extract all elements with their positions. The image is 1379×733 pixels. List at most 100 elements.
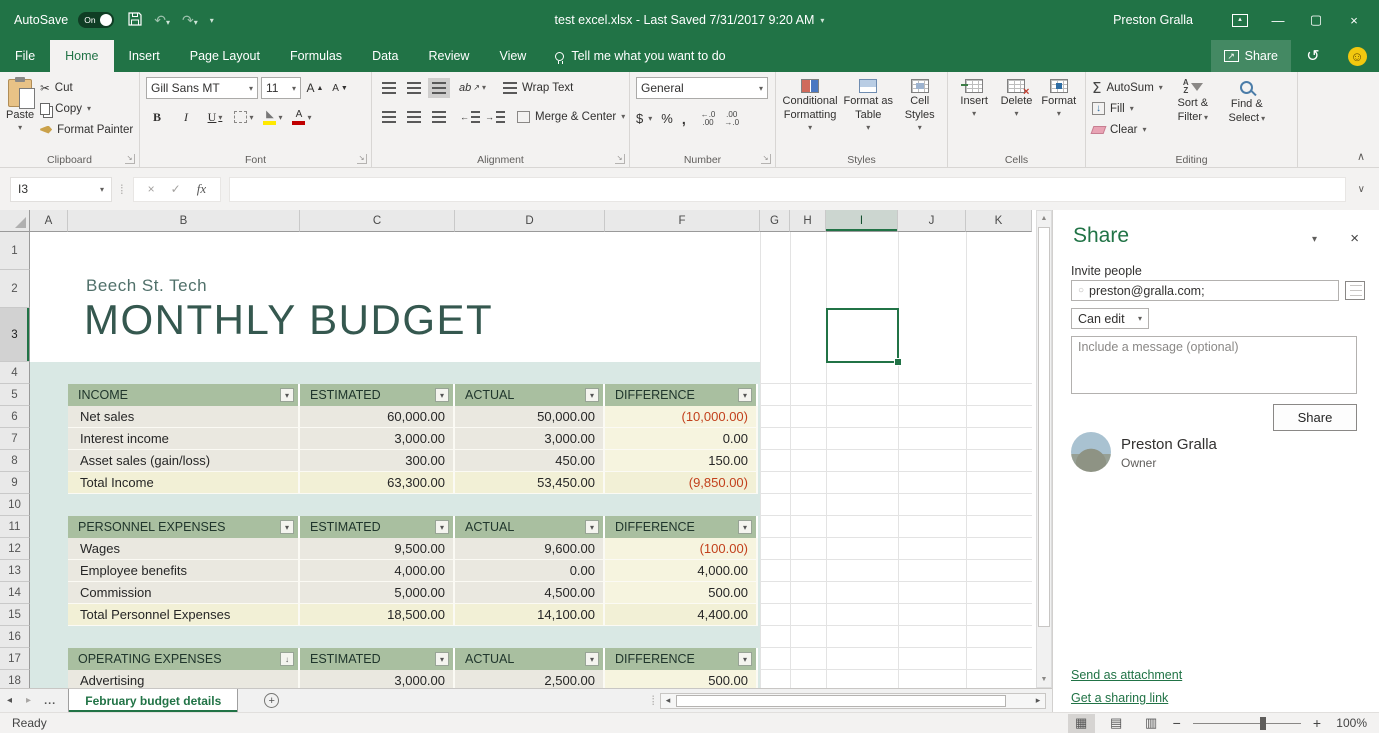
font-color-button[interactable]: A▾ — [291, 107, 313, 127]
row-header-7[interactable]: 7 — [0, 428, 30, 450]
table-cell[interactable]: Net sales — [68, 406, 300, 428]
table-cell[interactable]: 500.00 — [605, 670, 758, 688]
italic-button[interactable]: I — [175, 107, 197, 127]
ribbon-display-options-icon[interactable]: ▴ — [1223, 0, 1257, 40]
horizontal-scroll-track[interactable]: ◂ ▸ — [660, 693, 1046, 709]
row-header-11[interactable]: 11 — [0, 516, 30, 538]
table-total-cell[interactable]: Total Personnel Expenses — [68, 604, 300, 626]
table-total-cell[interactable]: 53,450.00 — [455, 472, 605, 494]
column-header-h[interactable]: H — [790, 210, 826, 232]
feedback-smiley-icon[interactable]: ☺ — [1335, 40, 1379, 72]
filter-icon[interactable]: ▾ — [738, 520, 752, 534]
horizontal-scroll-thumb[interactable] — [676, 695, 1006, 707]
wrap-text-button[interactable]: Wrap Text — [503, 77, 573, 98]
filter-icon[interactable]: ▾ — [738, 388, 752, 402]
pane-close-icon[interactable]: × — [1350, 230, 1359, 247]
zoom-out-icon[interactable]: − — [1173, 715, 1181, 731]
filter-icon[interactable]: ▾ — [435, 520, 449, 534]
table-total-cell[interactable]: 14,100.00 — [455, 604, 605, 626]
table-cell[interactable]: Employee benefits — [68, 560, 300, 582]
delete-cells-button[interactable]: × Delete▾ — [996, 77, 1036, 151]
row-header-8[interactable]: 8 — [0, 450, 30, 472]
table-total-cell[interactable]: 4,400.00 — [605, 604, 758, 626]
scroll-left-icon[interactable]: ◂ — [661, 695, 675, 706]
page-layout-view-icon[interactable]: ▤ — [1103, 714, 1130, 733]
table-cell[interactable]: 3,000.00 — [455, 428, 605, 450]
table-cell[interactable]: Commission — [68, 582, 300, 604]
selected-cell-i3[interactable] — [826, 308, 899, 363]
tab-insert[interactable]: Insert — [114, 40, 175, 72]
paste-button[interactable]: Paste▾ — [6, 77, 34, 140]
share-button-ribbon[interactable]: ↗Share — [1211, 40, 1291, 72]
sheet-tab-active[interactable]: February budget details — [68, 689, 238, 712]
table-cell[interactable]: 150.00 — [605, 450, 758, 472]
table-cell[interactable]: Interest income — [68, 428, 300, 450]
number-format-combo[interactable]: General▾ — [636, 77, 768, 99]
table-cell[interactable]: 50,000.00 — [455, 406, 605, 428]
restore-button[interactable]: ▢ — [1299, 0, 1333, 40]
row-header-3-selected[interactable]: 3 — [0, 308, 30, 362]
zoom-level[interactable]: 100% — [1329, 716, 1367, 730]
percent-style-button[interactable]: % — [661, 111, 673, 126]
address-book-icon[interactable] — [1345, 281, 1365, 300]
cell-styles-button[interactable]: CellStyles▾ — [898, 77, 941, 151]
new-sheet-icon[interactable]: + — [264, 693, 279, 708]
table-header-cell[interactable]: ESTIMATED▾ — [300, 516, 455, 538]
filter-icon[interactable]: ▾ — [738, 652, 752, 666]
copy-button[interactable]: Copy▾ — [40, 98, 133, 119]
row-header-17[interactable]: 17 — [0, 648, 30, 670]
row-header-18[interactable]: 18 — [0, 670, 30, 688]
column-header-k[interactable]: K — [966, 210, 1032, 232]
filter-icon[interactable]: ▾ — [585, 388, 599, 402]
table-cell[interactable]: 450.00 — [455, 450, 605, 472]
table-cell[interactable]: 9,500.00 — [300, 538, 455, 560]
table-cell[interactable]: Wages — [68, 538, 300, 560]
enter-icon[interactable]: ✓ — [171, 182, 181, 196]
table-header-cell[interactable]: ACTUAL▾ — [455, 384, 605, 406]
align-right-button[interactable] — [428, 107, 450, 127]
table-cell[interactable]: (10,000.00) — [605, 406, 758, 428]
redo-icon[interactable]: ↷▾ — [182, 12, 198, 29]
table-header-cell[interactable]: DIFFERENCE▾ — [605, 648, 758, 670]
table-cell[interactable]: 500.00 — [605, 582, 758, 604]
tab-file[interactable]: File — [0, 40, 50, 72]
column-header-d[interactable]: D — [455, 210, 605, 232]
table-cell[interactable]: 60,000.00 — [300, 406, 455, 428]
scroll-up-icon[interactable]: ▲ — [1037, 211, 1051, 226]
increase-decimal-button[interactable]: ←.0.00 — [701, 111, 716, 127]
table-cell[interactable]: (100.00) — [605, 538, 758, 560]
next-sheet-icon[interactable]: ▸ — [19, 695, 38, 706]
row-header-12[interactable]: 12 — [0, 538, 30, 560]
scroll-right-icon[interactable]: ▸ — [1031, 695, 1045, 706]
share-submit-button[interactable]: Share — [1273, 404, 1357, 431]
more-sheets-icon[interactable]: ... — [38, 695, 62, 707]
align-top-button[interactable] — [378, 78, 400, 98]
minimize-button[interactable]: — — [1261, 0, 1295, 40]
table-header-cell[interactable]: ESTIMATED▾ — [300, 648, 455, 670]
column-header-f[interactable]: F — [605, 210, 760, 232]
table-cell[interactable]: 4,500.00 — [455, 582, 605, 604]
table-cell[interactable]: 5,000.00 — [300, 582, 455, 604]
tabbar-splitter[interactable]: ⁞ — [651, 693, 656, 708]
tab-review[interactable]: Review — [413, 40, 484, 72]
orientation-button[interactable]: ab↗▾ — [459, 78, 486, 98]
prev-sheet-icon[interactable]: ◂ — [0, 695, 19, 706]
tab-formulas[interactable]: Formulas — [275, 40, 357, 72]
table-header-cell[interactable]: PERSONNEL EXPENSES▾ — [68, 516, 300, 538]
table-header-cell[interactable]: DIFFERENCE▾ — [605, 384, 758, 406]
row-header-13[interactable]: 13 — [0, 560, 30, 582]
number-dialog-launcher[interactable]: ↘ — [761, 154, 771, 164]
sheet-title-cell[interactable]: MONTHLY BUDGET — [84, 296, 493, 344]
column-header-i-selected[interactable]: I — [826, 210, 898, 232]
scroll-down-icon[interactable]: ▼ — [1037, 672, 1051, 687]
row-header-5[interactable]: 5 — [0, 384, 30, 406]
tab-page-layout[interactable]: Page Layout — [175, 40, 275, 72]
align-middle-button[interactable] — [403, 78, 425, 98]
column-header-j[interactable]: J — [898, 210, 966, 232]
row-header-14[interactable]: 14 — [0, 582, 30, 604]
get-sharing-link[interactable]: Get a sharing link — [1071, 691, 1168, 705]
bold-button[interactable]: B — [146, 107, 168, 127]
pane-options-icon[interactable]: ▾ — [1312, 234, 1317, 245]
collapse-ribbon-icon[interactable]: ∧ — [1357, 150, 1365, 163]
merge-center-button[interactable]: Merge & Center▾ — [517, 106, 625, 127]
